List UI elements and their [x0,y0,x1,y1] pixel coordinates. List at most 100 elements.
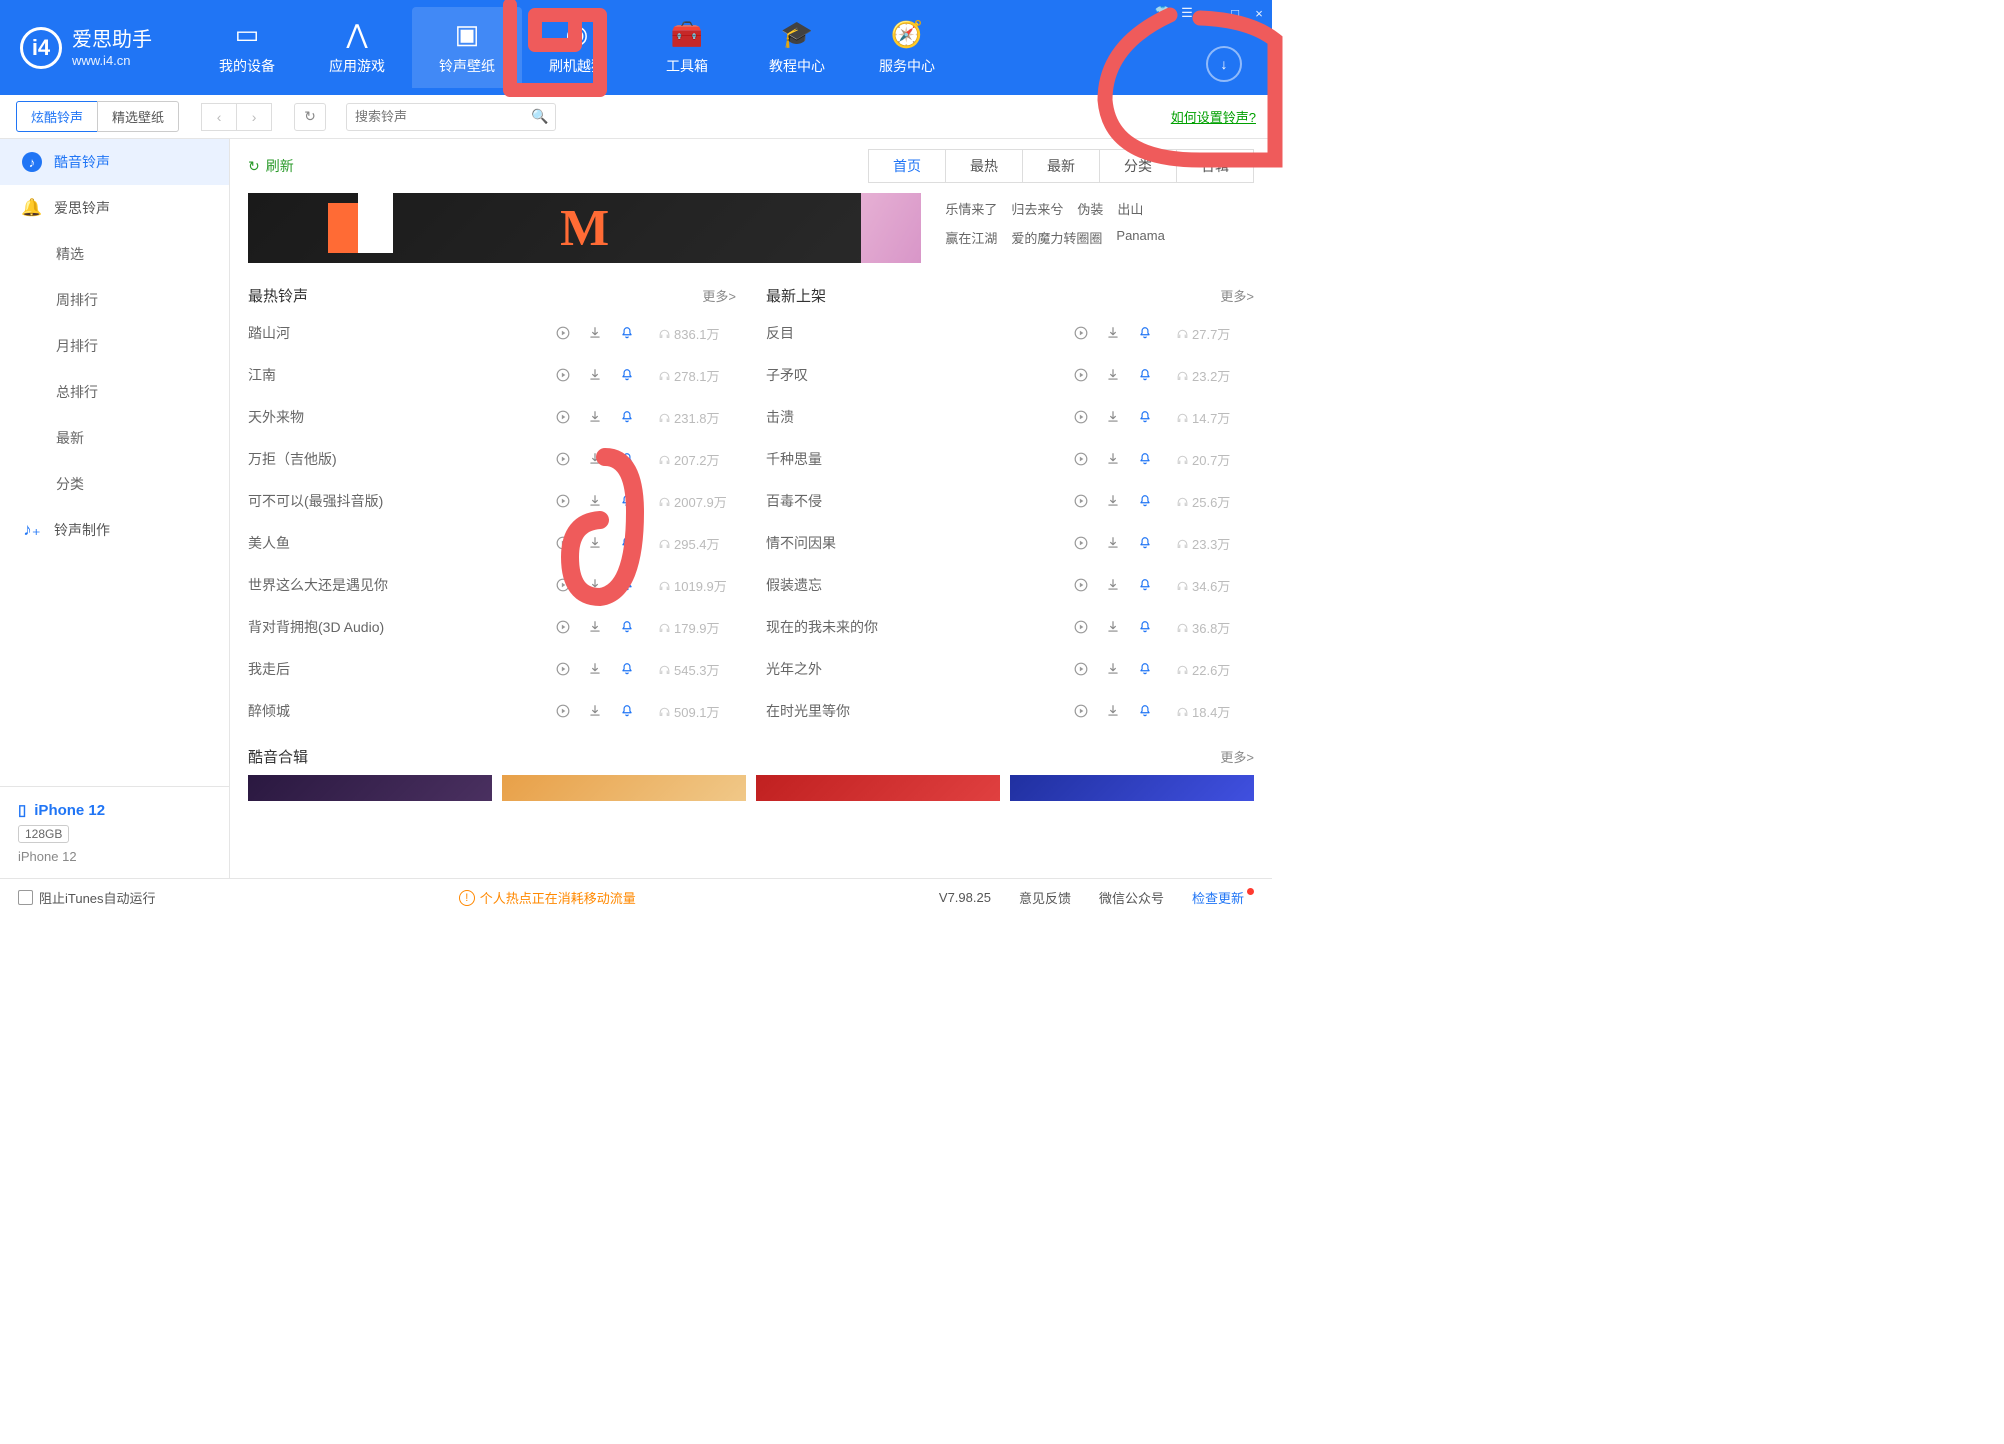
tab-selected-wallpapers[interactable]: 精选壁纸 [97,101,179,132]
download-icon[interactable] [1104,408,1122,426]
device-info[interactable]: ▯ iPhone 12 128GB iPhone 12 [0,786,229,878]
play-icon[interactable] [1072,660,1090,678]
play-icon[interactable] [554,450,572,468]
song-title[interactable]: 我走后 [248,659,554,679]
maximize-button[interactable]: □ [1227,5,1243,21]
reload-button[interactable]: ↻ [294,103,326,131]
play-icon[interactable] [1072,408,1090,426]
wechat-link[interactable]: 微信公众号 [1099,888,1164,907]
view-tab-hot[interactable]: 最热 [946,150,1023,182]
settings-button[interactable]: ☰ [1179,5,1195,21]
download-icon[interactable] [1104,450,1122,468]
song-title[interactable]: 背对背拥抱(3D Audio) [248,617,554,637]
play-icon[interactable] [1072,702,1090,720]
song-title[interactable]: 击溃 [766,407,1072,427]
check-update-link[interactable]: 检查更新 [1192,888,1254,907]
download-icon[interactable] [586,408,604,426]
logo[interactable]: i4 爱思助手 www.i4.cn [20,27,152,69]
set-ringtone-icon[interactable] [1136,366,1154,384]
albums-more-link[interactable]: 更多> [1220,747,1254,766]
search-input[interactable] [355,109,531,124]
forward-button[interactable]: › [236,103,272,131]
sidebar-item-monthly[interactable]: 月排行 [0,323,229,369]
set-ringtone-icon[interactable] [618,324,636,342]
block-itunes-checkbox[interactable]: 阻止iTunes自动运行 [18,888,156,907]
download-icon[interactable] [586,660,604,678]
song-title[interactable]: 假装遗忘 [766,575,1072,595]
set-ringtone-icon[interactable] [618,660,636,678]
album-thumb[interactable] [248,775,492,801]
help-link-set-ringtone[interactable]: 如何设置铃声? [1171,107,1256,126]
tag[interactable]: 出山 [1117,199,1143,218]
song-title[interactable]: 万拒（吉他版) [248,449,554,469]
set-ringtone-icon[interactable] [618,576,636,594]
play-icon[interactable] [1072,576,1090,594]
song-title[interactable]: 光年之外 [766,659,1072,679]
tab-cool-ringtones[interactable]: 炫酷铃声 [16,101,98,132]
nav-ringtone-wallpaper[interactable]: ▣ 铃声壁纸 [412,7,522,88]
feedback-link[interactable]: 意见反馈 [1019,888,1071,907]
download-button[interactable]: ↓ [1206,46,1242,82]
tag[interactable]: 乐情来了 [945,199,997,218]
song-title[interactable]: 现在的我未来的你 [766,617,1072,637]
tag[interactable]: 伪装 [1077,199,1103,218]
download-icon[interactable] [586,324,604,342]
view-tab-new[interactable]: 最新 [1023,150,1100,182]
download-icon[interactable] [586,576,604,594]
set-ringtone-icon[interactable] [618,408,636,426]
download-icon[interactable] [1104,660,1122,678]
download-icon[interactable] [1104,534,1122,552]
song-title[interactable]: 千种思量 [766,449,1072,469]
download-icon[interactable] [1104,702,1122,720]
sidebar-item-ringtone-maker[interactable]: ♪₊ 铃声制作 [0,507,229,553]
set-ringtone-icon[interactable] [618,492,636,510]
play-icon[interactable] [1072,618,1090,636]
song-title[interactable]: 踏山河 [248,323,554,343]
skin-button[interactable]: 👕 [1155,5,1171,21]
song-title[interactable]: 子矛叹 [766,365,1072,385]
sidebar-item-category[interactable]: 分类 [0,461,229,507]
song-title[interactable]: 在时光里等你 [766,701,1072,721]
nav-tutorial[interactable]: 🎓 教程中心 [742,7,852,88]
nav-my-device[interactable]: ▭ 我的设备 [192,7,302,88]
banner-image[interactable]: M [248,193,921,263]
play-icon[interactable] [554,702,572,720]
download-icon[interactable] [1104,492,1122,510]
play-icon[interactable] [554,366,572,384]
minimize-button[interactable]: − [1203,5,1219,21]
song-title[interactable]: 醉倾城 [248,701,554,721]
back-button[interactable]: ‹ [201,103,237,131]
sidebar-item-weekly[interactable]: 周排行 [0,277,229,323]
song-title[interactable]: 江南 [248,365,554,385]
song-title[interactable]: 情不问因果 [766,533,1072,553]
nav-toolbox[interactable]: 🧰 工具箱 [632,7,742,88]
new-more-link[interactable]: 更多> [1220,286,1254,305]
play-icon[interactable] [554,534,572,552]
set-ringtone-icon[interactable] [1136,618,1154,636]
set-ringtone-icon[interactable] [618,618,636,636]
download-icon[interactable] [1104,324,1122,342]
search-box[interactable]: 🔍 [346,103,556,131]
song-title[interactable]: 反目 [766,323,1072,343]
set-ringtone-icon[interactable] [1136,534,1154,552]
sidebar-item-aisi[interactable]: 🔔 爱思铃声 [0,185,229,231]
download-icon[interactable] [586,534,604,552]
set-ringtone-icon[interactable] [1136,492,1154,510]
tag[interactable]: 归去来兮 [1011,199,1063,218]
album-thumb[interactable] [502,775,746,801]
set-ringtone-icon[interactable] [1136,576,1154,594]
tag[interactable]: 爱的魔力转圈圈 [1011,228,1102,247]
close-button[interactable]: × [1251,5,1267,21]
sidebar-item-featured[interactable]: 精选 [0,231,229,277]
set-ringtone-icon[interactable] [1136,660,1154,678]
play-icon[interactable] [554,618,572,636]
play-icon[interactable] [1072,366,1090,384]
download-icon[interactable] [1104,576,1122,594]
tag[interactable]: 赢在江湖 [945,228,997,247]
refresh-link[interactable]: ↻ 刷新 [248,156,294,176]
download-icon[interactable] [1104,366,1122,384]
download-icon[interactable] [1104,618,1122,636]
hot-more-link[interactable]: 更多> [702,286,736,305]
download-icon[interactable] [586,492,604,510]
play-icon[interactable] [1072,534,1090,552]
